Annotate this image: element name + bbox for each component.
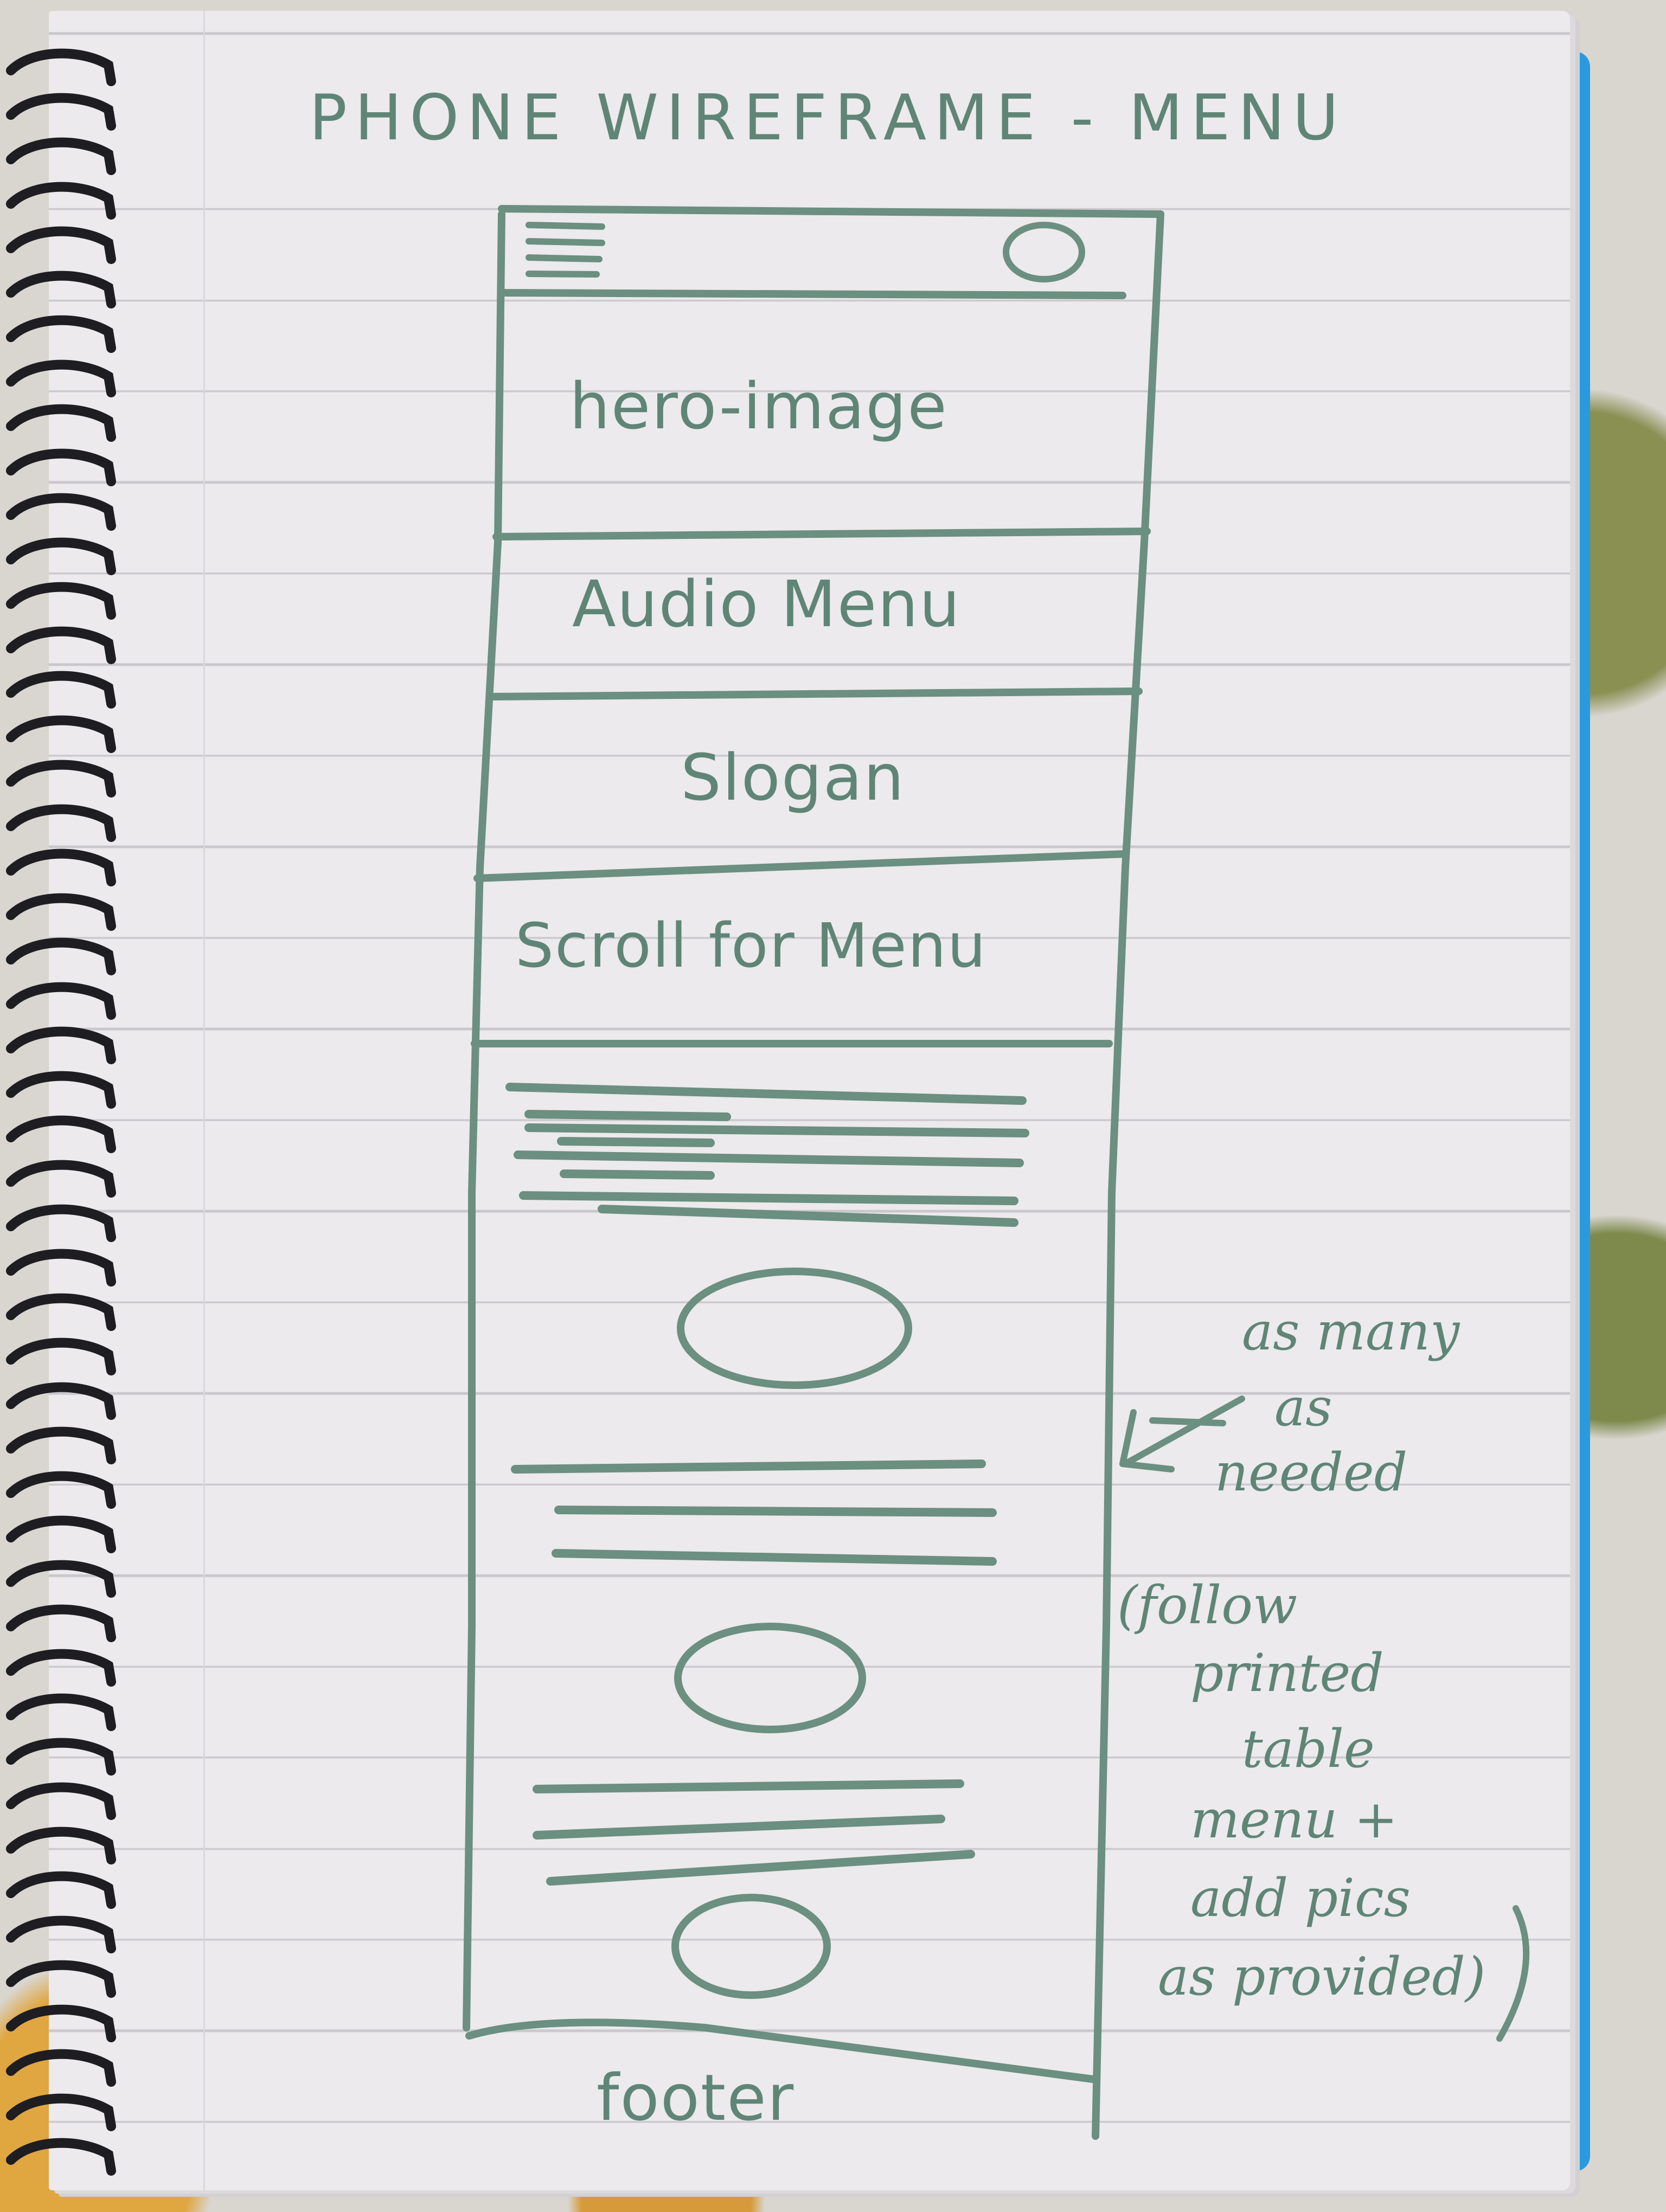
audio-divider: [487, 687, 1143, 700]
footer-label: footer: [597, 2060, 795, 2135]
slogan-divider: [473, 850, 1129, 882]
menu-item-picture-1: [677, 1268, 912, 1389]
audio-menu-label: Audio Menu: [572, 567, 961, 641]
menu-item-lines-2: [511, 1459, 997, 1566]
phone-outline-right: [1092, 210, 1164, 2140]
slogan-label: Slogan: [681, 740, 905, 815]
phone-outline-top: [498, 205, 1164, 218]
annotation-bracket: [1496, 1905, 1530, 2042]
phone-outline-left: [463, 210, 505, 2031]
annotation-line: as many: [1242, 1301, 1460, 1362]
photo-scene: PHONE WIREFRAME - MENU hero-image Audio …: [0, 0, 1666, 2212]
annotation-line: needed: [1215, 1442, 1408, 1503]
menu-item-lines-1: [505, 1083, 1029, 1227]
annotation-line: as: [1274, 1377, 1332, 1438]
annotation-line: add pics: [1190, 1868, 1411, 1928]
scroll-for-menu-label: Scroll for Menu: [515, 911, 987, 981]
profile-circle-icon: [1003, 222, 1085, 282]
menu-item-lines-3: [533, 1779, 975, 1886]
menu-item-picture-3: [671, 1894, 831, 1999]
header-divider: [498, 289, 1126, 299]
hamburger-icon: [526, 222, 605, 278]
hero-image-label: hero-image: [569, 369, 948, 443]
annotation-line: printed: [1190, 1643, 1384, 1703]
annotation-line: menu +: [1190, 1789, 1398, 1850]
hero-divider: [492, 528, 1151, 541]
annotation-line: (follow: [1117, 1575, 1298, 1636]
wireframe-sketch: [463, 205, 1530, 2140]
annotation-line: table: [1242, 1719, 1375, 1779]
annotation-line: as provided): [1158, 1946, 1486, 2007]
menu-item-picture-2: [674, 1623, 866, 1733]
